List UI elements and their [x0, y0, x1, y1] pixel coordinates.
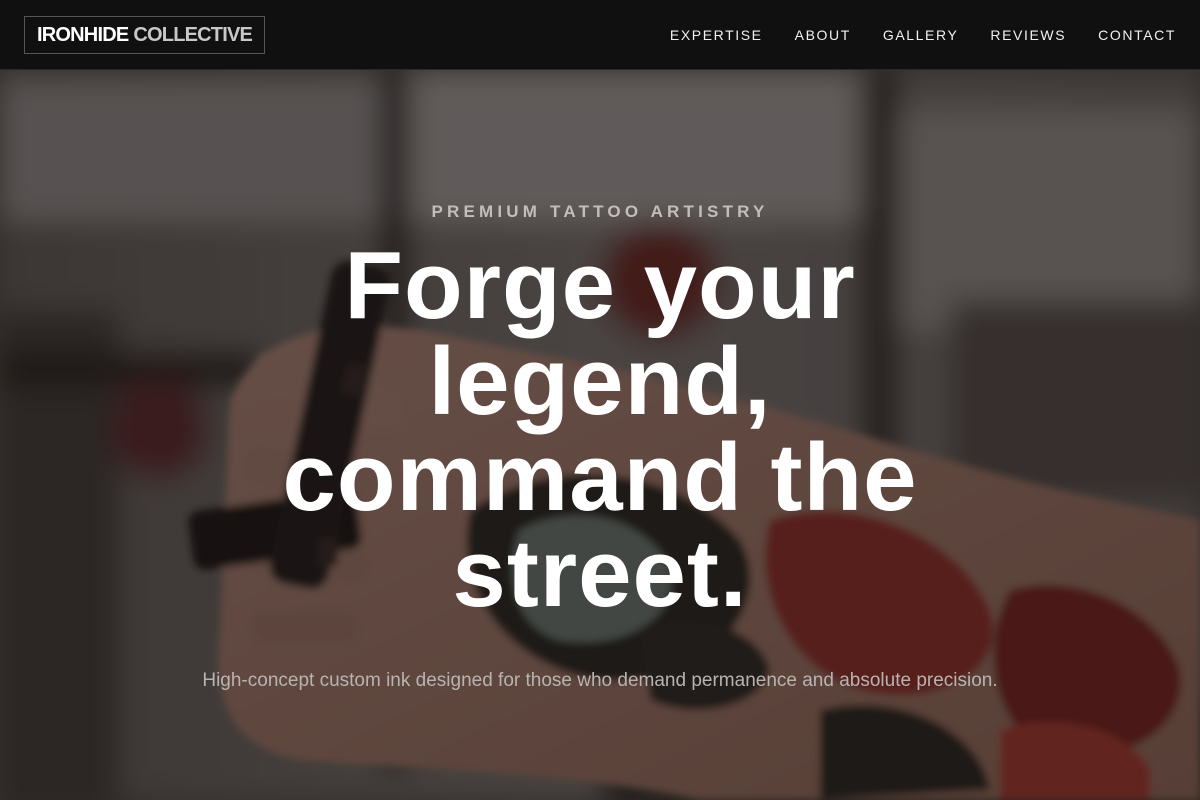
page: IRONHIDE COLLECTIVE EXPERTISE ABOUT GALL…: [0, 0, 1200, 800]
nav-link-gallery[interactable]: GALLERY: [883, 27, 959, 43]
brand-name-primary: IRONHIDE: [37, 23, 129, 46]
brand-name-secondary: COLLECTIVE: [133, 23, 253, 46]
hero-eyebrow: PREMIUM TATTOO ARTISTRY: [431, 202, 769, 221]
nav-link-reviews[interactable]: REVIEWS: [990, 27, 1066, 43]
top-navbar: IRONHIDE COLLECTIVE EXPERTISE ABOUT GALL…: [0, 0, 1200, 70]
hero-subtitle: High-concept custom ink designed for tho…: [202, 670, 998, 691]
hero-section: PREMIUM TATTOO ARTISTRY Forge your legen…: [0, 70, 1200, 800]
main-nav: EXPERTISE ABOUT GALLERY REVIEWS CONTACT: [670, 0, 1176, 70]
nav-link-expertise[interactable]: EXPERTISE: [670, 27, 763, 43]
hero-content: PREMIUM TATTOO ARTISTRY Forge your legen…: [0, 70, 1200, 800]
nav-link-contact[interactable]: CONTACT: [1098, 27, 1176, 43]
nav-link-about[interactable]: ABOUT: [795, 27, 851, 43]
hero-headline: Forge your legend, command the street.: [282, 232, 918, 627]
brand-logo[interactable]: IRONHIDE COLLECTIVE: [24, 16, 266, 54]
